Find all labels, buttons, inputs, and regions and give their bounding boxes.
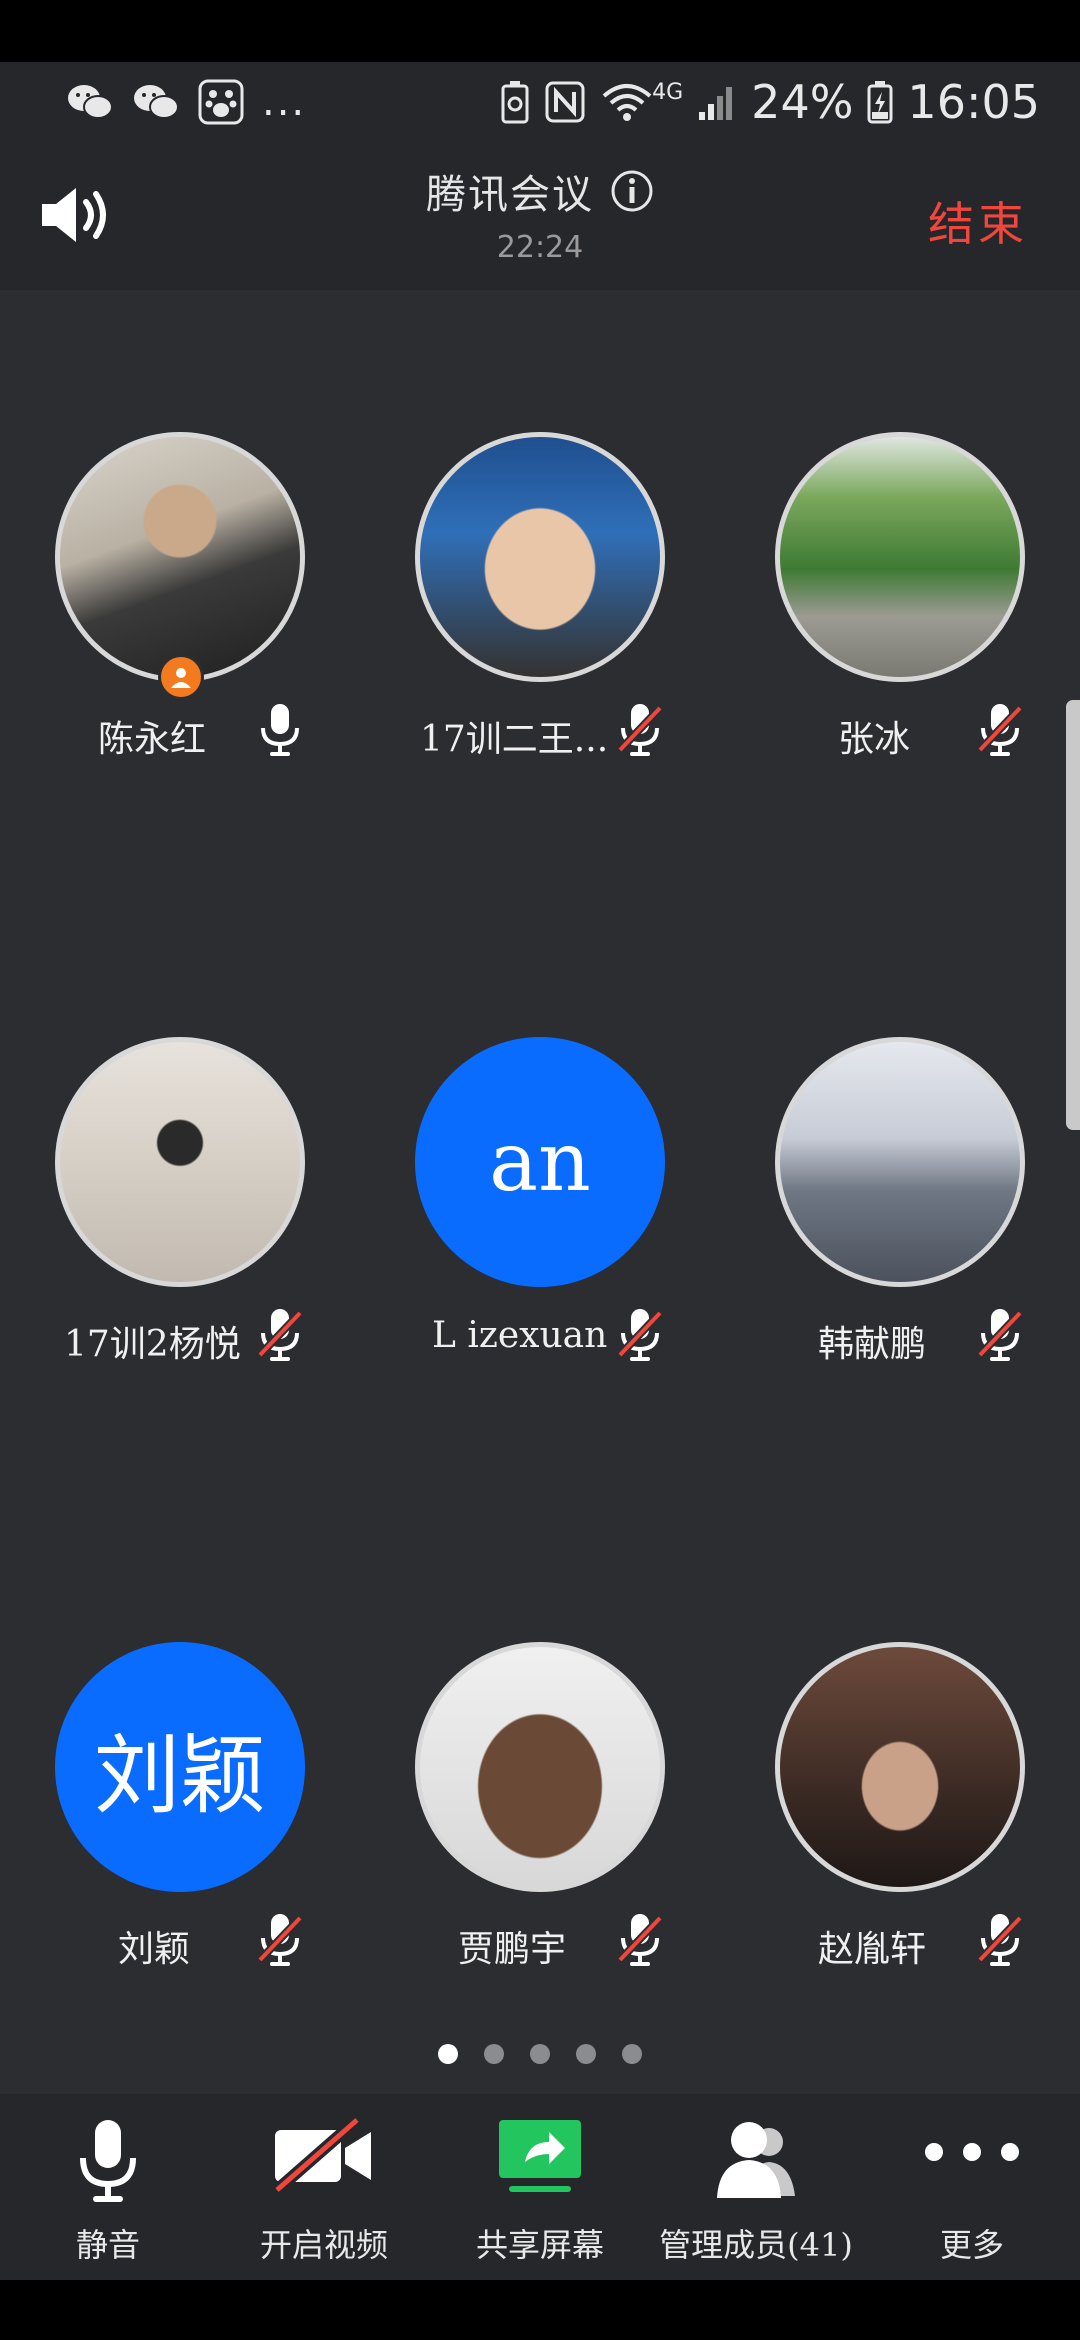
avatar	[415, 432, 665, 682]
participant-name: 韩献鹏	[818, 1324, 927, 1365]
participant-tile[interactable]: 赵胤轩	[720, 1642, 1080, 1970]
more-dots-icon	[925, 2143, 1019, 2161]
more-button[interactable]: 更多	[864, 2094, 1080, 2280]
participant-name: 张冰	[838, 719, 911, 760]
avatar-initials: 刘颖	[55, 1642, 305, 1892]
wechat-icon	[68, 85, 113, 119]
page-dot[interactable]	[438, 2044, 458, 2064]
participant-name: 17训2杨悦	[64, 1324, 241, 1365]
microphone-icon	[80, 2120, 136, 2202]
signal-icon	[699, 87, 733, 120]
participant-tile[interactable]: 刘颖 刘颖	[0, 1642, 360, 1970]
meeting-header: 腾讯会议 22:24 结束	[0, 142, 1080, 290]
mute-button[interactable]: 静音	[0, 2094, 216, 2280]
participant-tile[interactable]: 17训2杨悦	[0, 1037, 360, 1365]
start-video-label: 开启视频	[259, 2226, 388, 2264]
page-dot[interactable]	[484, 2044, 504, 2064]
clock: 16:05	[907, 75, 1040, 129]
bottom-toolbar: 静音 开启视频 共享屏幕 管理成员(41) 更多	[0, 2094, 1080, 2280]
avatar	[415, 1642, 665, 1892]
avatar-initials-text: 刘颖	[94, 1725, 266, 1826]
host-badge-icon	[158, 654, 204, 700]
network-type: 4G	[652, 79, 684, 105]
battery-saver-icon	[501, 81, 529, 124]
mic-muted-icon	[977, 704, 1023, 756]
nav-band	[0, 2280, 1080, 2340]
share-screen-icon	[499, 2120, 581, 2192]
video-off-icon	[273, 2116, 371, 2195]
participant-name: L izexuan	[432, 1315, 608, 1356]
baidu-paw-icon	[198, 79, 244, 125]
mute-label: 静音	[75, 2226, 140, 2264]
participant-tile[interactable]: 张冰	[720, 432, 1080, 760]
participant-name: 陈永红	[98, 719, 207, 760]
participant-name: 刘颖	[118, 1929, 191, 1970]
participant-tile[interactable]: 17训二王...	[360, 432, 720, 760]
notch-band	[0, 0, 1080, 62]
participant-tile[interactable]: 韩献鹏	[720, 1037, 1080, 1365]
avatar	[775, 1642, 1025, 1892]
avatar	[55, 1037, 305, 1287]
avatar-initials-text: an	[489, 1114, 591, 1210]
mic-muted-icon	[977, 1914, 1023, 1966]
meeting-title: 腾讯会议	[426, 172, 594, 218]
participant-tile[interactable]: an L izexuan	[360, 1037, 720, 1361]
mic-muted-icon	[257, 1309, 303, 1361]
mic-muted-icon	[977, 1309, 1023, 1361]
page-dot[interactable]	[530, 2044, 550, 2064]
mic-muted-icon	[257, 1914, 303, 1966]
page-indicator[interactable]	[0, 2044, 1080, 2064]
participant-name: 17训二王...	[420, 719, 609, 760]
more-label: 更多	[939, 2226, 1004, 2264]
meeting-timer: 22:24	[496, 230, 584, 265]
page-dot[interactable]	[622, 2044, 642, 2064]
wifi-icon	[602, 84, 652, 121]
share-screen-label: 共享屏幕	[475, 2226, 604, 2264]
participant-tile[interactable]: 陈永红	[0, 432, 360, 760]
nfc-icon	[545, 81, 585, 123]
avatar-initials: an	[415, 1037, 665, 1287]
participant-name: 贾鹏宇	[458, 1929, 567, 1970]
participant-tile[interactable]: 贾鹏宇	[360, 1642, 720, 1970]
mic-on-icon	[261, 704, 299, 756]
share-screen-button[interactable]: 共享屏幕	[432, 2094, 648, 2280]
mic-muted-icon	[617, 704, 663, 756]
info-icon[interactable]	[610, 169, 654, 213]
avatar	[775, 432, 1025, 682]
mic-muted-icon	[617, 1914, 663, 1966]
meeting-screen: ... 4G 24% 16:05 腾讯会议 22:24 结束 陈永红 17训二王…	[0, 0, 1080, 2340]
members-icon	[717, 2122, 795, 2198]
edge-panel-handle[interactable]	[1066, 700, 1080, 1130]
manage-members-label: 管理成员(41)	[659, 2226, 853, 2264]
status-bar: ... 4G 24% 16:05	[0, 62, 1080, 142]
start-video-button[interactable]: 开启视频	[216, 2094, 432, 2280]
battery-charging-icon	[867, 81, 893, 124]
avatar	[775, 1037, 1025, 1287]
participant-name: 赵胤轩	[818, 1929, 927, 1970]
wechat-icon	[134, 85, 179, 119]
end-meeting-button[interactable]: 结束	[928, 188, 1028, 254]
page-dot[interactable]	[576, 2044, 596, 2064]
battery-percent: 24%	[751, 75, 854, 129]
mic-muted-icon	[617, 1309, 663, 1361]
notification-overflow: ...	[262, 79, 307, 125]
avatar	[55, 432, 305, 682]
manage-members-button[interactable]: 管理成员(41)	[648, 2094, 864, 2280]
